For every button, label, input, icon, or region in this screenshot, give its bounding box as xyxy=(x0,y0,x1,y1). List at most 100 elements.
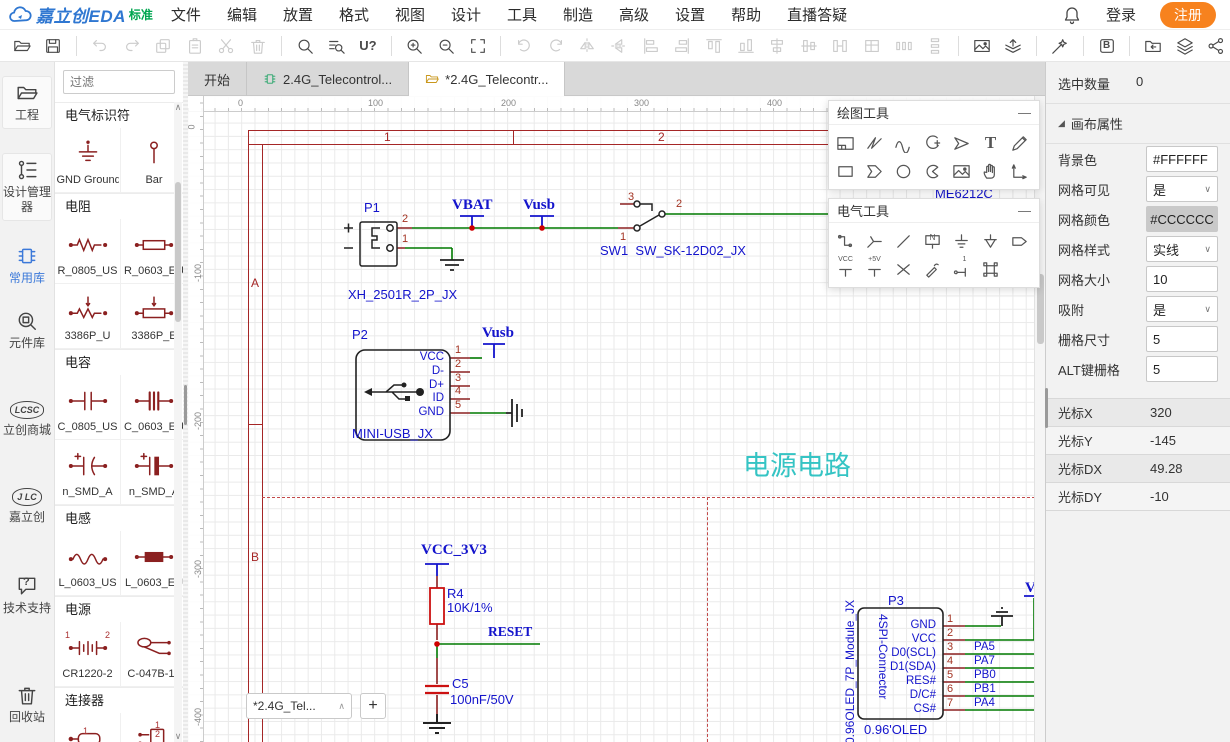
panel-resize-grip[interactable] xyxy=(184,385,187,425)
grid-style-select[interactable]: 实线∨ xyxy=(1146,236,1218,262)
sidebar-item-tech-support[interactable]: ? 技术支持 xyxy=(2,575,52,616)
polyline-tool-icon[interactable] xyxy=(860,129,889,157)
import-changes-icon[interactable] xyxy=(1000,33,1028,59)
pin-tool-icon[interactable]: 1 xyxy=(947,255,976,283)
wire-tool-icon[interactable] xyxy=(831,227,860,255)
sidebar-item-recycle-bin[interactable]: 回收站 xyxy=(2,684,52,725)
sheet-tab-chevron-icon[interactable]: ∧ xyxy=(338,701,345,712)
grid-color-swatch[interactable]: #CCCCCC xyxy=(1146,206,1218,232)
project-folder-icon[interactable] xyxy=(1139,33,1167,59)
tab-start[interactable]: 开始 xyxy=(188,62,247,96)
p1-name[interactable]: XH_2501R_2P_JX xyxy=(348,287,457,302)
p3-module-name[interactable]: 0.96OLED_7P_Module_JX xyxy=(843,600,857,742)
find-similar-icon[interactable] xyxy=(322,33,350,59)
r4-ref[interactable]: R4 xyxy=(447,586,464,601)
bus-tool-icon[interactable] xyxy=(860,227,889,255)
schematic-canvas[interactable]: 0 100 200 300 400 0 -100 -200 -300 -400 … xyxy=(188,96,1045,742)
distribute-horizontal-icon[interactable] xyxy=(890,33,918,59)
align-right-icon[interactable] xyxy=(669,33,697,59)
ground-tool-icon[interactable] xyxy=(947,227,976,255)
vcc-flag-tool-icon[interactable]: VCC xyxy=(831,255,860,283)
bezier-tool-icon[interactable] xyxy=(889,129,918,157)
notification-bell-icon[interactable] xyxy=(1062,5,1082,25)
section-title-power[interactable]: 电源电路 xyxy=(743,444,851,483)
zoom-out-icon[interactable] xyxy=(432,33,460,59)
menu-format[interactable]: 格式 xyxy=(339,4,369,25)
paste-icon[interactable] xyxy=(181,33,209,59)
library-section-connectors[interactable]: 连接器 xyxy=(55,687,187,713)
grid-visible-select[interactable]: 是∨ xyxy=(1146,176,1218,202)
sw1-ref-name[interactable]: SW1 SW_SK-12D02_JX xyxy=(600,243,746,258)
menu-place[interactable]: 放置 xyxy=(283,4,313,25)
menu-edit[interactable]: 编辑 xyxy=(227,4,257,25)
library-section-power[interactable]: 电源 xyxy=(55,596,187,622)
canvas-scrollbar[interactable] xyxy=(1034,96,1045,742)
tab-schematic-modified[interactable]: *2.4G_Telecontr... xyxy=(409,62,565,96)
sidebar-item-parts-library[interactable]: 元件库 xyxy=(2,310,52,351)
app-logo[interactable]: 嘉立创EDA 标准 xyxy=(0,2,153,27)
dimension-tool-icon[interactable] xyxy=(1005,157,1034,185)
library-item-connector-1p[interactable]: 1M-2.54 xyxy=(55,713,121,742)
add-sheet-button[interactable]: + xyxy=(360,693,386,719)
magic-wand-icon[interactable] xyxy=(1046,33,1074,59)
library-scrollbar[interactable]: ∧ ∨ xyxy=(174,102,182,742)
scroll-down-icon[interactable]: ∨ xyxy=(174,731,182,742)
redo-icon[interactable] xyxy=(118,33,146,59)
alt-snap-input[interactable]: 5 xyxy=(1146,356,1218,382)
p2-ref[interactable]: P2 xyxy=(352,327,368,342)
r4-value[interactable]: 10K/1% xyxy=(447,600,493,615)
rotate-left-icon[interactable] xyxy=(510,33,538,59)
menu-fabrication[interactable]: 制造 xyxy=(563,4,593,25)
c5-ref[interactable]: C5 xyxy=(452,676,469,691)
save-icon[interactable] xyxy=(40,33,68,59)
menu-help[interactable]: 帮助 xyxy=(731,4,761,25)
cut-icon[interactable] xyxy=(213,33,241,59)
sidebar-item-jlc[interactable]: J LC 嘉立创 xyxy=(2,488,52,525)
net-label-pb0[interactable]: PB0 xyxy=(974,669,996,681)
c5-value[interactable]: 100nF/50V xyxy=(450,692,514,707)
menu-tools[interactable]: 工具 xyxy=(507,4,537,25)
net-label-pa4[interactable]: PA4 xyxy=(974,697,995,709)
component-sw1-body[interactable] xyxy=(634,201,665,231)
component-r4-body[interactable] xyxy=(430,588,444,624)
library-item-cap-polarized-a[interactable]: n_SMD_A xyxy=(55,440,121,504)
open-icon[interactable] xyxy=(8,33,36,59)
v5-flag-tool-icon[interactable]: +5V xyxy=(860,255,889,283)
undo-icon[interactable] xyxy=(86,33,114,59)
rectangle-tool-icon[interactable] xyxy=(831,157,860,185)
sidebar-item-common-library[interactable]: 常用库 xyxy=(2,245,52,286)
align-bottom-icon[interactable] xyxy=(732,33,760,59)
snap-size-input[interactable]: 5 xyxy=(1146,326,1218,352)
p2-name[interactable]: MINI-USB_JX xyxy=(352,426,433,441)
library-item-gnd[interactable]: GND Ground xyxy=(55,128,121,192)
share-icon[interactable] xyxy=(1203,33,1230,59)
search-icon[interactable] xyxy=(291,33,319,59)
register-button[interactable]: 注册 xyxy=(1160,2,1216,28)
text-tool-icon[interactable]: T xyxy=(976,129,1005,157)
minimize-icon[interactable]: — xyxy=(1018,203,1031,218)
background-color-input[interactable]: #FFFFFF xyxy=(1146,146,1218,172)
copy-icon[interactable] xyxy=(149,33,177,59)
net-port-tool-icon[interactable] xyxy=(1005,227,1034,255)
net-flag-vcc3v3[interactable]: VCC_3V3 xyxy=(421,542,487,559)
net-label-pa5[interactable]: PA5 xyxy=(974,641,995,653)
minimize-icon[interactable]: — xyxy=(1018,105,1031,120)
library-section-inductors[interactable]: 电感 xyxy=(55,505,187,531)
sheet-tab[interactable]: *2.4G_Tel... ∧ xyxy=(246,693,352,719)
zoom-fit-icon[interactable] xyxy=(464,33,492,59)
flip-vertical-icon[interactable] xyxy=(605,33,633,59)
net-query-icon[interactable]: U? xyxy=(354,33,382,59)
scroll-up-icon[interactable]: ∧ xyxy=(174,102,182,113)
grid-size-input[interactable]: 10 xyxy=(1146,266,1218,292)
menu-live-qa[interactable]: 直播答疑 xyxy=(787,4,847,25)
p3-caption[interactable]: 0.96'OLED xyxy=(864,722,927,737)
sidebar-item-project[interactable]: 工程 xyxy=(2,76,52,129)
scrollbar-handle[interactable] xyxy=(175,182,181,322)
drag-tool-icon[interactable] xyxy=(976,157,1005,185)
bom-icon[interactable]: B xyxy=(1093,33,1121,59)
library-section-capacitors[interactable]: 电容 xyxy=(55,349,187,375)
sidebar-item-lcsc-mall[interactable]: LCSC 立创商城 xyxy=(2,401,52,438)
align-center-vertical-icon[interactable] xyxy=(795,33,823,59)
align-grid-icon[interactable] xyxy=(858,33,886,59)
flip-horizontal-icon[interactable] xyxy=(574,33,602,59)
